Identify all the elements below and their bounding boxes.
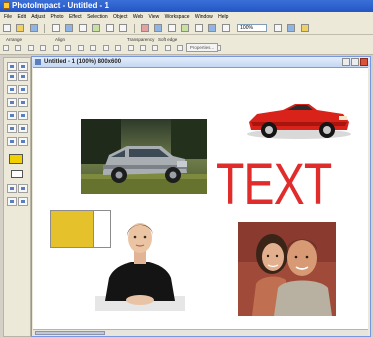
ungroup-icon[interactable] [139, 45, 146, 51]
photoimpact-window: PhotoImpact - Untitled - 1 File Edit Adj… [0, 0, 373, 337]
arrange-front-icon[interactable] [3, 45, 9, 51]
menu-bar: File Edit Adjust Photo Effect Selection … [0, 12, 373, 22]
menu-workspace[interactable]: Workspace [165, 14, 190, 20]
color-icon[interactable] [181, 24, 190, 32]
layers-icon[interactable] [154, 24, 163, 32]
transparency-control[interactable] [177, 45, 184, 51]
arrange-forward-icon[interactable] [27, 45, 34, 51]
scrollbar-thumb[interactable] [35, 331, 105, 335]
menu-help[interactable]: Help [218, 14, 228, 20]
foreground-color-swatch[interactable] [9, 154, 23, 164]
eyedropper-tool-icon[interactable] [7, 124, 17, 133]
close-button[interactable] [360, 58, 368, 66]
document-window: Untitled - 1 (100%) 800x600 TEXT [31, 56, 371, 337]
options-bar: Arrange Align Transparency Soft edge Pro… [0, 35, 373, 55]
text-object[interactable]: TEXT [216, 150, 332, 220]
image-canvas[interactable]: TEXT [33, 67, 368, 329]
save-icon[interactable] [29, 24, 38, 32]
image-icon[interactable] [140, 24, 149, 32]
toolbar-separator [133, 24, 135, 33]
eraser-tool-icon[interactable] [7, 98, 17, 107]
browser-icon[interactable] [194, 24, 203, 32]
horizontal-scrollbar[interactable] [33, 329, 368, 336]
menu-selection[interactable]: Selection [87, 14, 108, 20]
document-icon [35, 59, 41, 65]
hand-tool-icon[interactable] [18, 124, 28, 133]
toolbar-separator [44, 24, 46, 33]
rotate-icon[interactable] [152, 45, 159, 51]
couple-photo[interactable] [238, 222, 336, 316]
new-icon[interactable] [3, 24, 11, 32]
web-icon[interactable] [208, 24, 217, 32]
menu-web[interactable]: Web [133, 14, 143, 20]
paste-icon[interactable] [92, 24, 101, 32]
cut-icon[interactable] [65, 24, 74, 32]
window-title: PhotoImpact - Untitled - 1 [12, 1, 109, 10]
fullscreen-icon[interactable] [18, 197, 28, 206]
path-tool-icon[interactable] [7, 137, 17, 146]
properties-button[interactable]: Properties... [186, 43, 218, 52]
shape-tool-icon[interactable] [18, 137, 28, 146]
maximize-button[interactable] [351, 58, 359, 66]
align-top-icon[interactable] [90, 45, 97, 51]
red-car-photo[interactable] [243, 92, 353, 140]
mode-standard-icon[interactable] [7, 184, 17, 193]
arrange-label: Arrange [6, 37, 23, 42]
menu-edit[interactable]: Edit [17, 14, 26, 20]
crop-tool-icon[interactable] [7, 72, 17, 81]
menu-effect[interactable]: Effect [69, 14, 82, 20]
copy-icon[interactable] [78, 24, 87, 32]
selection-tool-icon[interactable] [18, 62, 28, 71]
app-icon [3, 2, 10, 9]
zoom-in-icon[interactable] [287, 24, 296, 32]
text-tool-icon[interactable] [7, 85, 17, 94]
suv-photo[interactable] [81, 119, 207, 194]
transparency-label: Transparency [127, 37, 155, 42]
menu-file[interactable]: File [4, 14, 12, 20]
preview-icon[interactable] [221, 24, 230, 32]
document-title: Untitled - 1 (100%) 800x600 [44, 59, 122, 65]
print-icon[interactable] [51, 24, 60, 32]
open-icon[interactable] [16, 24, 25, 32]
menu-view[interactable]: View [148, 14, 159, 20]
menu-photo[interactable]: Photo [51, 14, 64, 20]
document-title-bar[interactable]: Untitled - 1 (100%) 800x600 [32, 57, 370, 67]
menu-adjust[interactable]: Adjust [31, 14, 45, 20]
align-left-icon[interactable] [52, 45, 59, 51]
menu-object[interactable]: Object [113, 14, 127, 20]
minimize-button[interactable] [342, 58, 350, 66]
title-bar: PhotoImpact - Untitled - 1 [0, 0, 373, 12]
align-right-icon[interactable] [77, 45, 84, 51]
arrange-backward-icon[interactable] [40, 45, 47, 51]
undo-icon[interactable] [105, 24, 114, 32]
brush-tool-icon[interactable] [18, 85, 28, 94]
grid-icon[interactable] [167, 24, 176, 32]
flip-icon[interactable] [164, 45, 171, 51]
fill-tool-icon[interactable] [7, 111, 17, 120]
tool-panel [3, 57, 31, 337]
standard-toolbar: 100% [0, 22, 373, 35]
clone-tool-icon[interactable] [18, 98, 28, 107]
mode-mask-icon[interactable] [18, 184, 28, 193]
zoom-dropdown-icon[interactable] [273, 24, 282, 32]
align-bottom-icon[interactable] [115, 45, 122, 51]
view-mode-icon[interactable] [7, 197, 17, 206]
zoom-tool-icon[interactable] [18, 111, 28, 120]
transform-tool-icon[interactable] [18, 72, 28, 81]
align-middle-icon[interactable] [102, 45, 109, 51]
woman-photo[interactable] [95, 216, 185, 311]
help-icon[interactable] [300, 24, 309, 32]
group-icon[interactable] [127, 45, 134, 51]
zoom-select[interactable]: 100% [237, 24, 268, 32]
arrange-back-icon[interactable] [15, 45, 22, 51]
redo-icon[interactable] [119, 24, 128, 32]
align-center-icon[interactable] [65, 45, 72, 51]
background-color-swatch[interactable] [11, 170, 23, 178]
menu-window[interactable]: Window [195, 14, 213, 20]
align-label: Align [55, 37, 66, 42]
pick-tool-icon[interactable] [7, 62, 17, 71]
soft-edge-label: Soft edge [158, 37, 178, 42]
